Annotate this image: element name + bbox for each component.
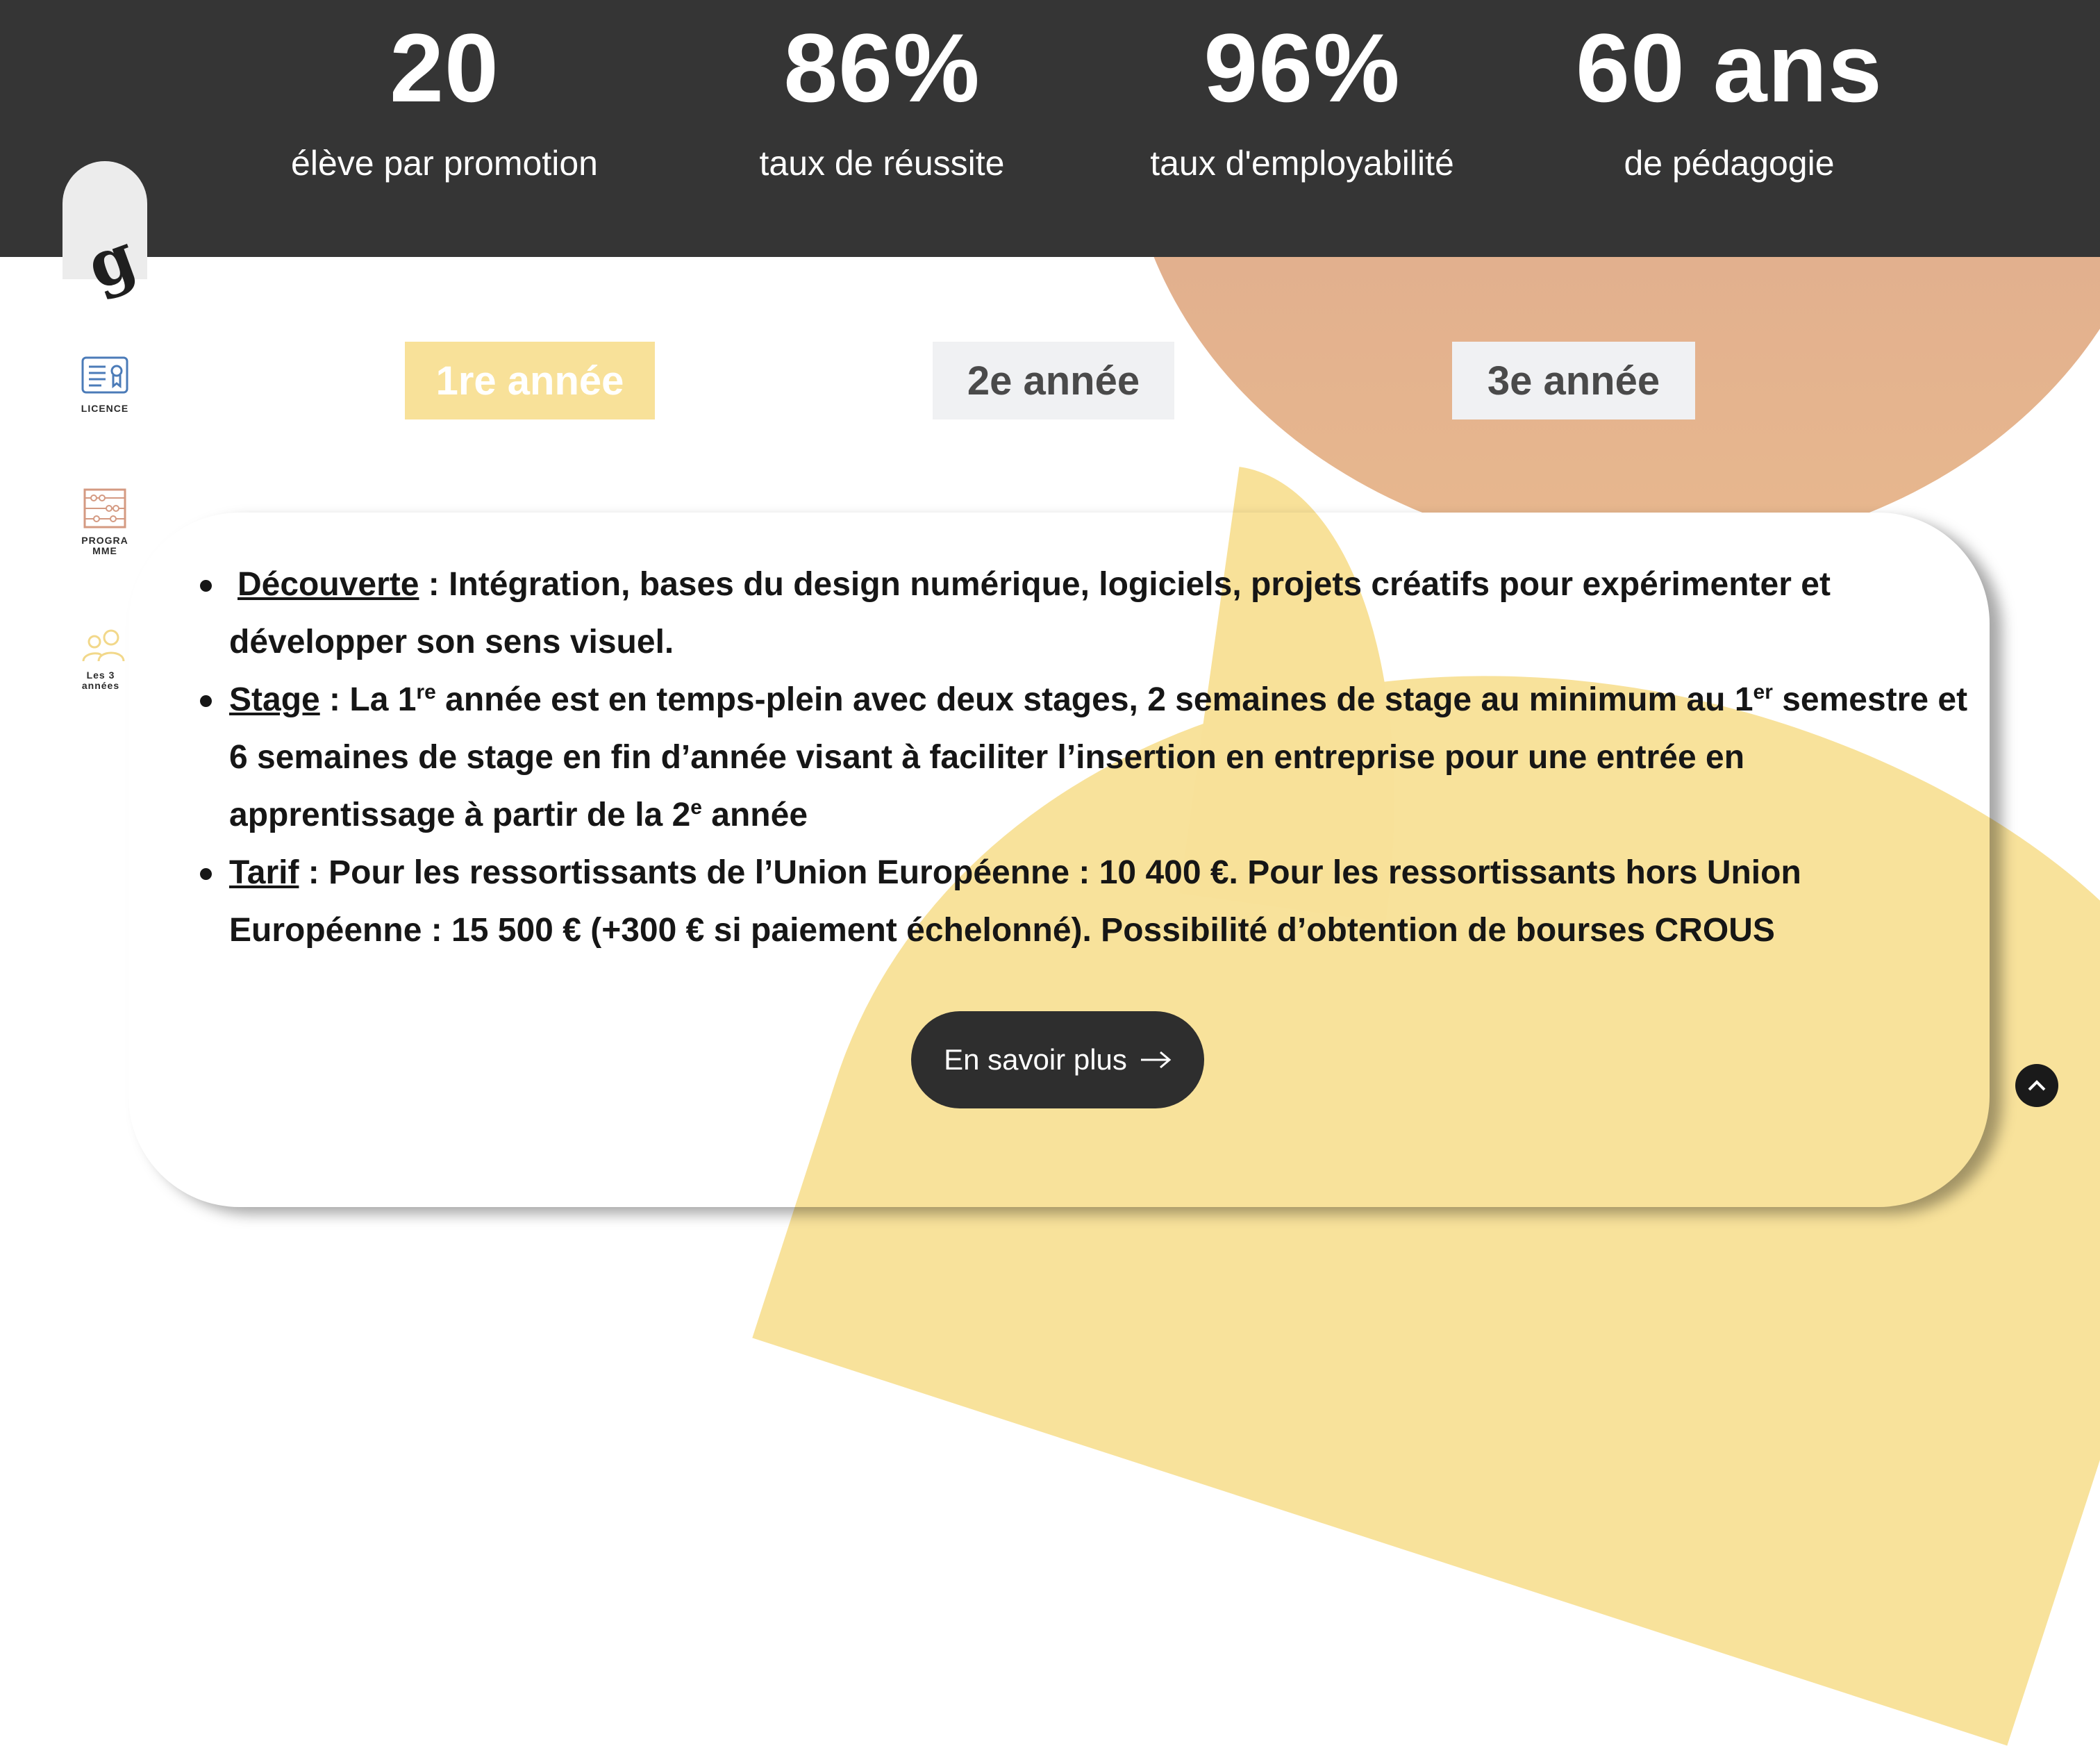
feature-text: : La 1 [319,681,417,718]
stat-employability: 96% taux d'employabilité [1118,0,1486,183]
tab-third-year[interactable]: 3e année [1452,342,1695,419]
stat-value: 86% [783,13,981,122]
feature-term: Tarif [229,854,299,891]
chevron-up-icon [2028,1080,2046,1091]
stat-promotion: 20 élève par promotion [271,0,618,183]
sidebar-item-label: Les 3 années [81,670,120,692]
sidebar-item-programme[interactable]: PROGRA MME [62,488,147,557]
stat-value: 60 ans [1576,13,1883,122]
stat-success-rate: 86% taux de réussite [708,0,1056,183]
superscript: e [690,796,702,819]
list-item: Tarif : Pour les ressortissants de l’Uni… [200,844,1972,959]
learn-more-label: En savoir plus [944,1043,1127,1076]
feature-list: Découverte : Intégration, bases du desig… [194,556,1972,959]
feature-text: année [701,797,808,833]
superscript: er [1753,681,1773,704]
feature-term: Stage [229,681,320,718]
year-tabs: 1re année 2e année 3e année [0,342,2100,419]
stat-label: élève par promotion [291,144,598,183]
stat-value: 96% [1203,13,1401,122]
users-icon [82,629,125,662]
stat-label: taux de réussite [759,144,1005,183]
feature-text: : Pour les ressortissants de l’Union Eur… [229,854,1801,949]
sidebar-item-label: PROGRA MME [81,535,128,557]
abacus-icon [83,488,126,529]
sidebar-item-three-years[interactable]: Les 3 années [62,628,147,692]
tab-first-year[interactable]: 1re année [405,342,655,419]
superscript: re [416,681,436,704]
stat-label: taux d'employabilité [1150,144,1454,183]
tab-second-year[interactable]: 2e année [933,342,1174,419]
feature-term: Découverte [238,566,419,603]
stat-value: 20 [390,13,499,122]
feature-text: : Intégration, bases du design numérique… [229,566,1831,660]
feature-text: année est en temps-plein avec deux stage… [435,681,1753,718]
brand-logo: g [77,218,145,304]
stats-band: 20 élève par promotion 86% taux de réuss… [0,0,2100,257]
sidebar-logo-tab[interactable]: g [62,161,147,304]
list-item: Découverte : Intégration, bases du desig… [200,556,1972,671]
stat-label: de pédagogie [1624,144,1835,183]
stat-pedagogy: 60 ans de pédagogie [1549,0,1910,183]
year-content: Découverte : Intégration, bases du desig… [194,556,1972,959]
learn-more-button[interactable]: En savoir plus [911,1011,1204,1108]
arrow-right-icon [1140,1051,1172,1069]
list-item: Stage : La 1re année est en temps-plein … [200,671,1972,844]
back-to-top-button[interactable] [2015,1064,2058,1107]
